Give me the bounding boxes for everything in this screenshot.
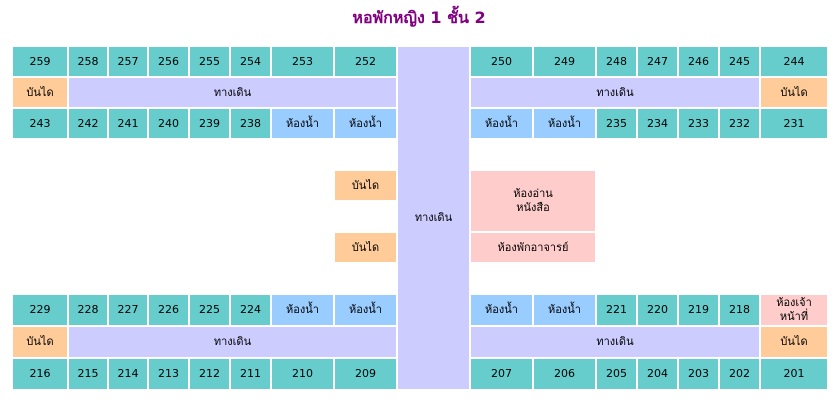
room-cell: 233 xyxy=(678,108,719,139)
stair-cell: บันได xyxy=(760,77,828,108)
room-cell: 215 xyxy=(68,358,108,390)
room-cell: 248 xyxy=(596,46,637,77)
stair-cell: บันได xyxy=(334,170,397,201)
stair-cell: บันได xyxy=(334,232,397,263)
room-cell: 245 xyxy=(719,46,760,77)
room-cell: 253 xyxy=(271,46,334,77)
room-cell: 242 xyxy=(68,108,108,139)
staff-room: ห้องเจ้า หน้าที่ xyxy=(760,294,828,326)
room-cell: 246 xyxy=(678,46,719,77)
reading-room: ห้องอ่าน หนังสือ xyxy=(470,170,596,232)
bathroom: ห้องน้ำ xyxy=(533,294,596,326)
central-walkway: ทางเดิน xyxy=(397,46,470,390)
teacher-room: ห้องพักอาจารย์ xyxy=(470,232,596,263)
room-cell: 227 xyxy=(108,294,148,326)
room-cell: 239 xyxy=(189,108,230,139)
bathroom: ห้องน้ำ xyxy=(470,108,533,139)
room-cell: 228 xyxy=(68,294,108,326)
room-cell: 214 xyxy=(108,358,148,390)
room-cell: 243 xyxy=(12,108,68,139)
room-cell: 256 xyxy=(148,46,189,77)
room-cell: 238 xyxy=(230,108,271,139)
stair-cell: บันได xyxy=(12,326,68,358)
room-cell: 205 xyxy=(596,358,637,390)
room-cell: 224 xyxy=(230,294,271,326)
walkway: ทางเดิน xyxy=(68,326,397,358)
room-cell: 204 xyxy=(637,358,678,390)
room-cell: 202 xyxy=(719,358,760,390)
room-cell: 207 xyxy=(470,358,533,390)
room-cell: 218 xyxy=(719,294,760,326)
room-cell: 240 xyxy=(148,108,189,139)
room-cell: 241 xyxy=(108,108,148,139)
room-cell: 231 xyxy=(760,108,828,139)
bathroom: ห้องน้ำ xyxy=(271,294,334,326)
room-cell: 213 xyxy=(148,358,189,390)
walkway: ทางเดิน xyxy=(470,77,760,108)
room-cell: 232 xyxy=(719,108,760,139)
room-cell: 254 xyxy=(230,46,271,77)
room-cell: 235 xyxy=(596,108,637,139)
bathroom: ห้องน้ำ xyxy=(334,108,397,139)
room-cell: 211 xyxy=(230,358,271,390)
room-cell: 209 xyxy=(334,358,397,390)
room-cell: 258 xyxy=(68,46,108,77)
room-cell: 210 xyxy=(271,358,334,390)
room-cell: 247 xyxy=(637,46,678,77)
room-cell: 255 xyxy=(189,46,230,77)
room-cell: 220 xyxy=(637,294,678,326)
stair-cell: บันได xyxy=(760,326,828,358)
bathroom: ห้องน้ำ xyxy=(271,108,334,139)
room-cell: 244 xyxy=(760,46,828,77)
room-cell: 257 xyxy=(108,46,148,77)
room-cell: 252 xyxy=(334,46,397,77)
room-cell: 226 xyxy=(148,294,189,326)
walkway: ทางเดิน xyxy=(470,326,760,358)
bathroom: ห้องน้ำ xyxy=(334,294,397,326)
bathroom: ห้องน้ำ xyxy=(533,108,596,139)
room-cell: 229 xyxy=(12,294,68,326)
walkway: ทางเดิน xyxy=(68,77,397,108)
room-cell: 203 xyxy=(678,358,719,390)
room-cell: 259 xyxy=(12,46,68,77)
room-cell: 216 xyxy=(12,358,68,390)
bathroom: ห้องน้ำ xyxy=(470,294,533,326)
floor-plan: 259 258 257 256 255 254 253 252 250 249 248 247 246 2… xyxy=(0,0,838,400)
room-cell: 234 xyxy=(637,108,678,139)
stair-cell: บันได xyxy=(12,77,68,108)
room-cell: 250 xyxy=(470,46,533,77)
room-cell: 219 xyxy=(678,294,719,326)
room-cell: 206 xyxy=(533,358,596,390)
room-cell: 249 xyxy=(533,46,596,77)
room-cell: 221 xyxy=(596,294,637,326)
room-cell: 201 xyxy=(760,358,828,390)
room-cell: 225 xyxy=(189,294,230,326)
room-cell: 212 xyxy=(189,358,230,390)
